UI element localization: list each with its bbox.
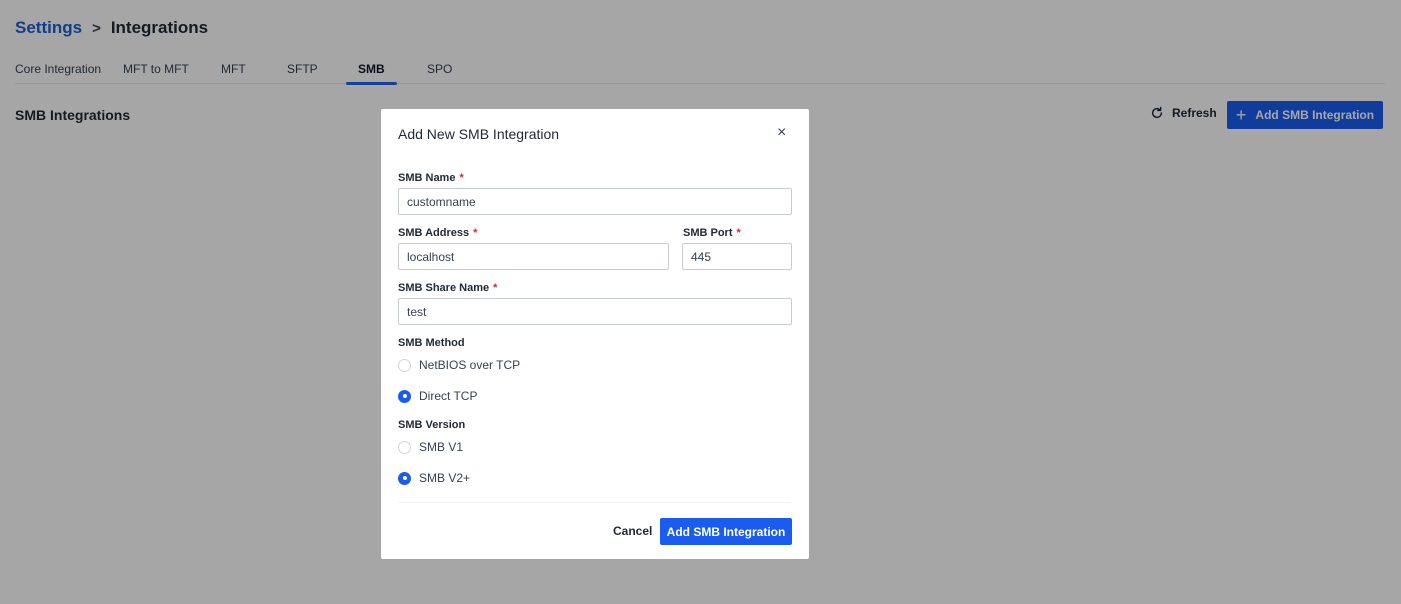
radio-smb-v1[interactable]: SMB V1 [398,440,463,454]
radio-label: SMB V1 [419,440,464,454]
cancel-button[interactable]: Cancel [613,524,652,538]
required-marker: * [459,172,464,184]
radio-label: Direct TCP [419,389,478,403]
smb-port-label: SMB Port * [683,227,741,239]
radio-netbios-over-tcp[interactable]: NetBIOS over TCP [398,358,520,372]
dialog-title: Add New SMB Integration [398,126,560,142]
smb-method-label: SMB Method [398,337,465,349]
required-marker: * [493,282,498,294]
required-marker: * [473,227,478,239]
close-icon[interactable]: × [777,125,786,141]
smb-share-name-label: SMB Share Name * [398,282,497,294]
smb-version-label: SMB Version [398,419,466,431]
radio-direct-tcp[interactable]: Direct TCP [398,389,477,403]
smb-address-input[interactable] [398,243,669,270]
required-marker: * [736,227,741,239]
radio-circle-checked[interactable] [398,389,411,403]
smb-name-label: SMB Name * [398,172,464,184]
smb-share-name-label-text: SMB Share Name [398,282,490,294]
smb-address-label: SMB Address * [398,227,477,239]
smb-address-label-text: SMB Address [398,227,470,239]
smb-port-label-text: SMB Port [683,227,733,239]
radio-circle-checked[interactable] [398,471,411,485]
radio-label: SMB V2+ [419,471,471,485]
radio-smb-v2-plus[interactable]: SMB V2+ [398,471,470,485]
smb-name-label-text: SMB Name [398,172,456,184]
add-smb-integration-dialog: Add New SMB Integration × SMB Name* SMB … [381,109,809,559]
footer-divider [398,502,791,503]
smb-share-name-input[interactable] [398,298,792,325]
submit-add-smb-integration-button[interactable]: Add SMB Integration [660,518,792,545]
radio-circle[interactable] [398,440,411,454]
radio-label: NetBIOS over TCP [419,358,521,372]
radio-circle[interactable] [398,358,411,372]
smb-port-input[interactable] [682,243,792,270]
smb-name-input[interactable] [398,188,792,215]
